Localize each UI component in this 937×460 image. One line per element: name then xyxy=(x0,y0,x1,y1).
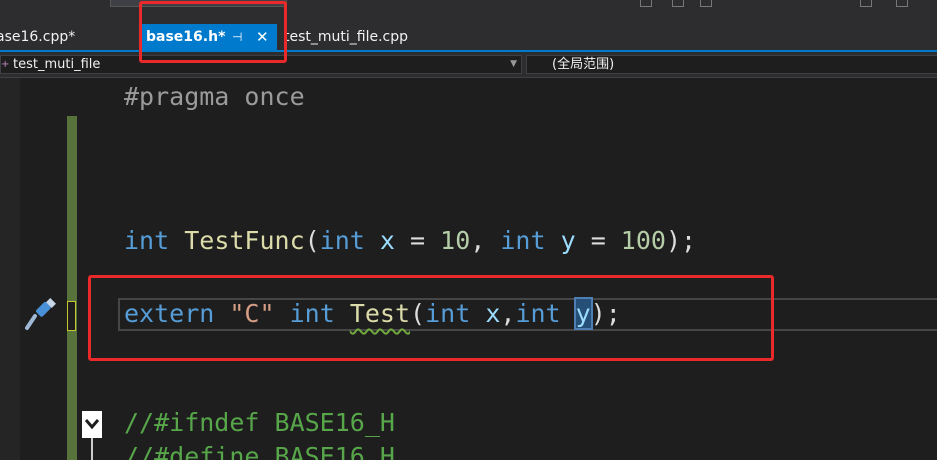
comment: //#ifndef BASE16_H xyxy=(124,408,395,437)
number-literal: 100 xyxy=(620,226,666,255)
operator: = xyxy=(575,226,621,255)
parameter: y xyxy=(560,226,576,255)
keyword: int xyxy=(319,226,365,255)
annotation-box-tab xyxy=(139,1,287,63)
code-line[interactable]: //#define BASE16_H xyxy=(124,440,395,460)
parameter: x xyxy=(379,226,395,255)
code-line[interactable]: //#ifndef BASE16_H xyxy=(124,406,395,440)
toolbar-button[interactable] xyxy=(700,0,712,7)
keyword: int xyxy=(124,226,170,255)
code-line[interactable]: #pragma once xyxy=(124,80,305,114)
fold-guide-line xyxy=(91,438,93,460)
collapse-icon[interactable] xyxy=(82,411,102,438)
current-line-marker xyxy=(67,301,76,331)
tab-label: ase16.cpp* xyxy=(0,29,76,45)
function-name: TestFunc xyxy=(184,226,305,255)
code-text: once xyxy=(229,82,305,111)
scope-label: (全局范围) xyxy=(552,57,615,72)
project-icon: + xyxy=(1,59,10,70)
comment: //#define BASE16_H xyxy=(124,442,395,460)
scope-dropdown[interactable]: (全局范围) xyxy=(526,55,937,74)
toolbar-button[interactable] xyxy=(896,0,908,7)
punctuation: ); xyxy=(665,226,697,255)
keyword: int xyxy=(500,226,546,255)
tab-base16-cpp[interactable]: ase16.cpp* xyxy=(0,24,75,50)
project-label: test_muti_file xyxy=(13,57,101,72)
punctuation: , xyxy=(470,226,501,255)
code-editor[interactable]: #pragma once int TestFunc(int x = 10, in… xyxy=(0,78,937,460)
toolbar-button[interactable] xyxy=(640,0,652,7)
punctuation: ( xyxy=(304,226,320,255)
change-indicator-bar xyxy=(67,116,77,460)
number-literal: 10 xyxy=(440,226,471,255)
preprocessor-directive: #pragma xyxy=(124,82,230,111)
tab-label: test_muti_file.cpp xyxy=(284,29,409,45)
toolbar-button[interactable] xyxy=(860,0,872,7)
toolbar-button[interactable] xyxy=(672,0,684,7)
operator: = xyxy=(394,226,441,255)
code-line[interactable]: int TestFunc(int x = 10, int y = 100); xyxy=(124,224,696,258)
annotation-box-code xyxy=(88,275,774,361)
editor-margin xyxy=(0,78,20,460)
chevron-down-icon: ▼ xyxy=(510,59,517,69)
screwdriver-icon[interactable] xyxy=(22,298,62,336)
tab-test-muti-file-cpp[interactable]: test_muti_file.cpp xyxy=(284,24,408,50)
